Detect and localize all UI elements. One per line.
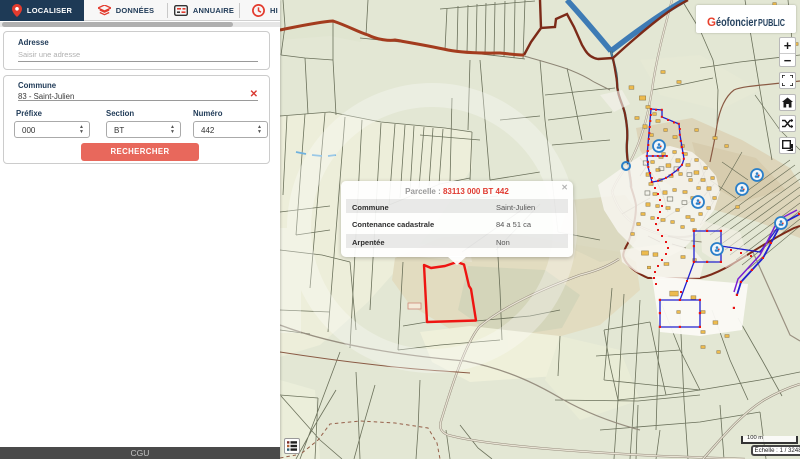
svg-text:éofoncier: éofoncier — [716, 17, 757, 29]
svg-text:G: G — [707, 17, 716, 29]
svg-text:PUBLIC: PUBLIC — [758, 17, 785, 29]
